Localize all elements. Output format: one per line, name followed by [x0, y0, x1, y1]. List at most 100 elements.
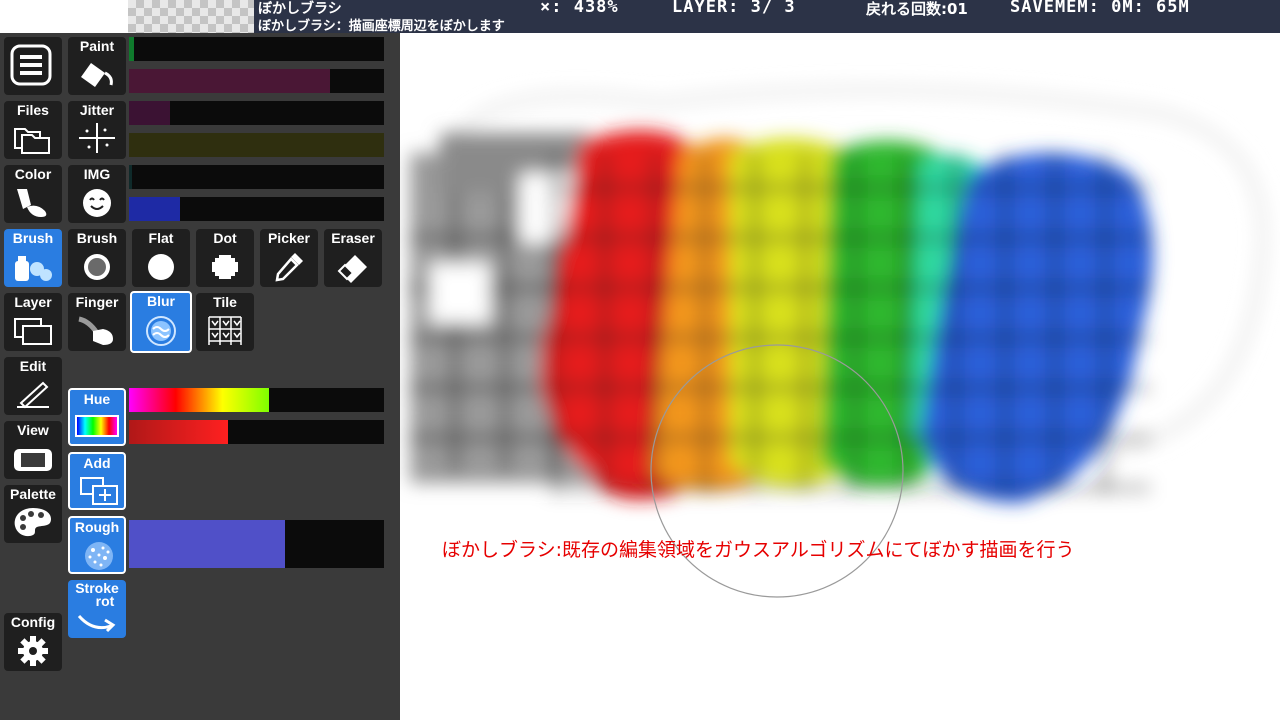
brush-tool-label: Brush — [76, 230, 118, 246]
hue-slider-2-fill — [129, 420, 229, 444]
spray-icon — [15, 256, 52, 281]
palette-label: Palette — [10, 486, 56, 502]
layer-button[interactable]: Layer — [4, 293, 62, 351]
finger-tool-button[interactable]: Finger — [68, 293, 126, 351]
flat-tool-button[interactable]: Flat — [132, 229, 190, 287]
finger-tool-label: Finger — [75, 294, 119, 310]
paint-tool-label: Paint — [79, 38, 115, 54]
picker-tool-label: Picker — [267, 230, 311, 246]
hue-slider-1-fill — [129, 388, 270, 412]
config-button[interactable]: Config — [4, 613, 62, 671]
add-button[interactable]: Add — [68, 452, 126, 510]
tile-tool-label: Tile — [213, 294, 237, 310]
blur-tool-label: Blur — [147, 293, 175, 309]
palette-button[interactable]: Palette — [4, 485, 62, 543]
finger-icon — [78, 316, 113, 345]
hue-rainbow-icon — [75, 415, 119, 437]
gear-icon — [18, 636, 48, 666]
brush-tool-button[interactable]: Brush — [68, 229, 126, 287]
current-color-swatch — [0, 0, 128, 33]
files-button[interactable]: Files — [4, 101, 62, 159]
img-slider-1[interactable] — [129, 165, 384, 189]
paint-bucket-icon — [81, 63, 113, 87]
zoom-readout: ×: 438% — [540, 0, 619, 17]
img-slider-1-fill — [129, 165, 132, 189]
img-tool-button[interactable]: IMG — [68, 165, 126, 223]
stroke-rot-button[interactable]: Stroke rot — [68, 580, 126, 638]
img-tool-label: IMG — [83, 166, 111, 182]
edit-button[interactable]: Edit — [4, 357, 62, 415]
rough-label: Rough — [74, 519, 120, 535]
menu-button[interactable] — [4, 37, 62, 95]
transparent-swatch — [128, 0, 254, 33]
view-label: View — [17, 422, 49, 438]
hue-button[interactable]: Hue — [68, 388, 126, 446]
hue-slider-2[interactable] — [129, 420, 384, 444]
color-button[interactable]: Color — [4, 165, 62, 223]
folder-icon — [14, 128, 50, 154]
rough-button[interactable]: Rough — [68, 516, 126, 574]
rough-texture-icon — [85, 542, 113, 570]
blur-tool-button[interactable]: Blur — [130, 291, 192, 353]
status-bar: ぼかしブラシ ぼかしブラシ：描画座標周辺をぼかします ×: 438% LAYER… — [0, 0, 1280, 34]
blur-icon — [146, 316, 176, 346]
jitter-slider-2-fill — [129, 133, 384, 157]
crosshair-icon — [79, 123, 115, 153]
brush-category-label: Brush — [12, 230, 54, 246]
blurred-artwork — [410, 85, 1268, 598]
flat-tool-label: Flat — [148, 230, 174, 246]
hue-label: Hue — [83, 391, 111, 407]
tile-grid-icon — [208, 316, 242, 345]
eraser-tool-label: Eraser — [331, 230, 375, 246]
layer-label: Layer — [14, 294, 52, 310]
tile-tool-button[interactable]: Tile — [196, 293, 254, 351]
files-label: Files — [17, 102, 49, 118]
eyedropper-icon — [275, 253, 303, 282]
layer-readout: LAYER: 3/ 3 — [672, 0, 796, 17]
jitter-slider-1[interactable] — [129, 101, 384, 125]
undo-count: 戻れる回数:01 — [866, 0, 968, 18]
savemem-readout: SAVEMEM: 0M: 65M — [1010, 0, 1190, 17]
tablet-icon — [14, 449, 52, 471]
paint-tube-icon — [17, 189, 47, 217]
edit-label: Edit — [19, 358, 47, 374]
rough-slider-fill — [129, 520, 285, 568]
menu-icon — [10, 44, 52, 86]
caption-text: ぼかしブラシ:既存の編集領域をガウスアルゴリズムにてぼかす描画を行う — [442, 539, 1075, 561]
paint-slider-2-fill — [129, 69, 331, 93]
pixel-circle-icon — [212, 255, 238, 279]
paint-slider-1-fill — [129, 37, 135, 61]
add-layer-icon — [80, 477, 118, 505]
hue-slider-1[interactable] — [129, 388, 384, 412]
curved-arrow-icon — [77, 614, 116, 633]
picker-tool-button[interactable]: Picker — [260, 229, 318, 287]
color-label: Color — [14, 166, 52, 182]
view-button[interactable]: View — [4, 421, 62, 479]
eraser-tool-button[interactable]: Eraser — [324, 229, 382, 287]
config-label: Config — [10, 614, 56, 630]
jitter-slider-2[interactable] — [129, 133, 384, 157]
palette-icon — [14, 508, 51, 537]
jitter-tool-button[interactable]: Jitter — [68, 101, 126, 159]
img-slider-2-fill — [129, 197, 180, 221]
layers-icon — [14, 318, 52, 345]
tool-panel: Files Color Brush Layer Edit View Palett… — [0, 33, 400, 720]
paint-tool-button[interactable]: Paint — [68, 37, 126, 95]
stroke-rot-label-2: rot — [95, 593, 115, 609]
smiley-icon — [83, 189, 111, 217]
add-label: Add — [83, 455, 111, 471]
rough-slider[interactable] — [129, 520, 384, 568]
jitter-tool-label: Jitter — [79, 102, 115, 118]
img-slider-2[interactable] — [129, 197, 384, 221]
eraser-icon — [337, 255, 367, 283]
edit-pen-icon — [17, 381, 49, 409]
filled-circle-icon — [148, 254, 174, 280]
soft-circle-icon — [84, 254, 110, 280]
drawing-canvas[interactable] — [400, 33, 1280, 720]
jitter-slider-1-fill — [129, 101, 170, 125]
paint-slider-2[interactable] — [129, 69, 384, 93]
paint-slider-1[interactable] — [129, 37, 384, 61]
dot-tool-label: Dot — [213, 230, 237, 246]
brush-category-button[interactable]: Brush — [4, 229, 62, 287]
dot-tool-button[interactable]: Dot — [196, 229, 254, 287]
